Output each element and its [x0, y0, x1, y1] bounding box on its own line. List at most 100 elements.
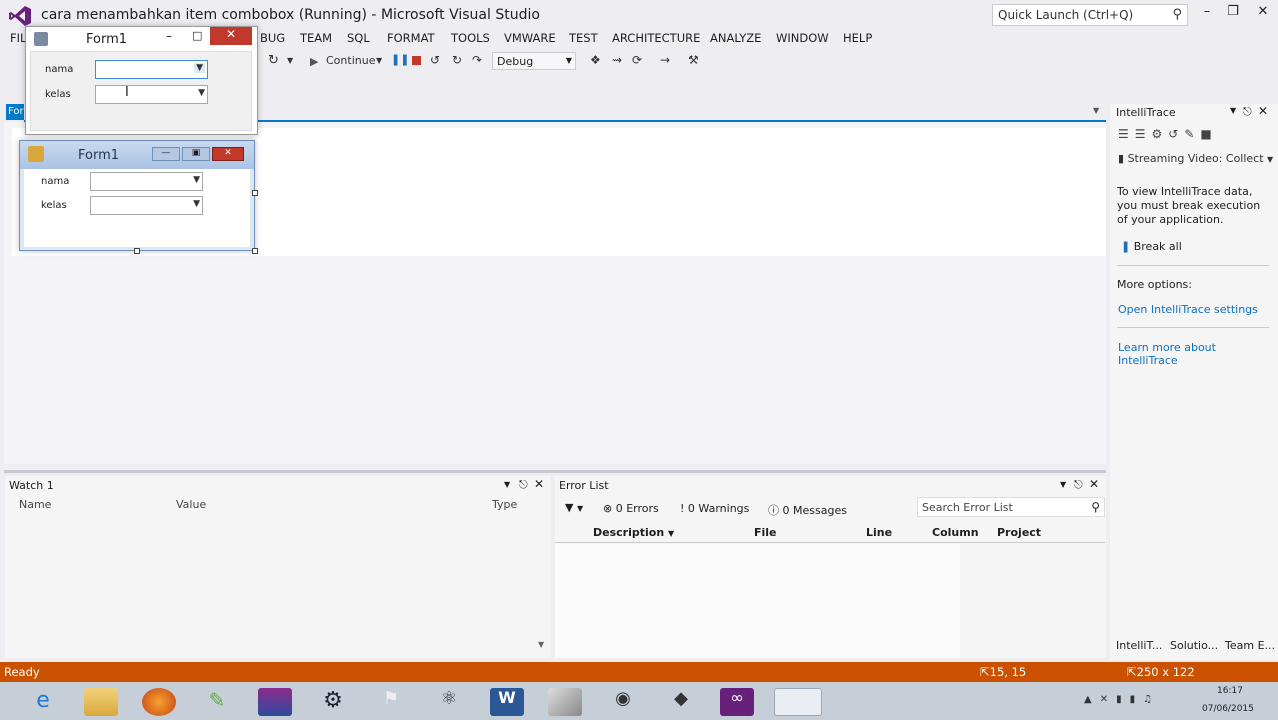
panel-dropdown-icon[interactable]: ▼ — [1060, 480, 1066, 489]
refresh-icon[interactable]: ⟳ — [632, 53, 642, 67]
menu-debug[interactable]: BUG — [260, 31, 285, 45]
design-nama-combobox[interactable]: ▼ — [90, 172, 203, 191]
running-form-window[interactable]: Form1 – □ ✕ nama ▼ kelas ▼ I — [25, 26, 258, 135]
design-form[interactable]: Form1 — ▣ ✕ nama ▼ kelas ▼ — [19, 140, 255, 251]
menu-architecture[interactable]: ARCHITECTURE — [612, 31, 700, 45]
running-maximize-button[interactable]: □ — [192, 29, 202, 42]
pause-icon: ❚ — [1121, 240, 1131, 253]
solution-config-dropdown[interactable]: Debug ▼ — [492, 52, 576, 70]
intellitrace-message: To view IntelliTrace data, you must brea… — [1117, 185, 1261, 226]
recorder-icon[interactable]: ◉ — [606, 688, 640, 716]
side-tab-intellitrace[interactable]: IntelliT... — [1116, 639, 1162, 652]
column-line[interactable]: Line — [866, 526, 892, 539]
settings-icon[interactable]: ⚙ — [316, 688, 350, 716]
tray-icons[interactable]: ▲✕▮▮♫ — [1084, 694, 1160, 705]
winrar-icon[interactable] — [258, 688, 292, 716]
pin-icon[interactable]: ⎋ — [1243, 105, 1252, 119]
find-icon[interactable]: ❖ — [590, 53, 601, 67]
panel-dropdown-icon[interactable]: ▼ — [504, 480, 510, 489]
minimize-button[interactable]: – — [1194, 4, 1220, 24]
continue-icon[interactable]: ▶ — [310, 55, 318, 68]
flag-icon[interactable]: ⚑ — [374, 688, 408, 716]
stop-icon[interactable] — [412, 56, 421, 65]
error-search-input[interactable]: Search Error List ⚲ — [917, 497, 1105, 517]
intellitrace-toolbar-icons[interactable]: ☰☰⚙↺✎■ — [1118, 127, 1218, 141]
resize-handle-corner[interactable] — [252, 248, 258, 254]
watch-column-value[interactable]: Value — [176, 498, 206, 511]
quick-launch-input[interactable]: Quick Launch (Ctrl+Q) ⚲ — [992, 4, 1188, 26]
tools-icon[interactable]: ⚒ — [688, 53, 699, 67]
running-minimize-button[interactable]: – — [166, 29, 172, 43]
menu-file[interactable]: FIL — [10, 31, 26, 45]
splitter[interactable] — [4, 470, 1106, 473]
running-close-button[interactable]: ✕ — [210, 27, 252, 45]
menu-tools[interactable]: TOOLS — [451, 31, 490, 45]
redo-icon[interactable]: ↻ — [268, 53, 279, 68]
running-kelas-combobox[interactable]: ▼ — [95, 85, 208, 104]
form-app-icon — [28, 146, 44, 162]
column-column[interactable]: Column — [932, 526, 979, 539]
break-all-button[interactable]: ❚ Break all — [1121, 240, 1182, 253]
open-settings-link[interactable]: Open IntelliTrace settings — [1118, 303, 1258, 316]
streaming-dropdown[interactable]: ▮ Streaming Video: Collect ▼ — [1118, 152, 1273, 165]
step-into-icon[interactable]: ↻ — [452, 53, 462, 67]
tool-icon[interactable] — [548, 688, 582, 716]
arrow-right-icon[interactable]: → — [660, 53, 670, 67]
column-description[interactable]: Description ▼ — [593, 526, 674, 539]
resize-handle-right[interactable] — [252, 190, 258, 196]
warnings-toggle[interactable]: ! 0 Warnings — [680, 502, 749, 515]
restart-icon[interactable]: ↺ — [430, 53, 440, 67]
internet-explorer-icon[interactable]: e — [26, 688, 60, 716]
firefox-icon[interactable] — [142, 688, 176, 716]
running-nama-combobox[interactable]: ▼ — [95, 60, 208, 79]
step-out-icon[interactable]: ⇝ — [612, 53, 622, 67]
continue-button[interactable]: Continue — [326, 54, 375, 67]
menu-format[interactable]: FORMAT — [387, 31, 435, 45]
status-bar — [0, 662, 1278, 682]
document-tab[interactable]: For — [6, 104, 24, 120]
column-description-label: Description — [593, 526, 665, 539]
menu-analyze[interactable]: ANALYZE — [710, 31, 761, 45]
close-button[interactable]: ✕ — [1250, 4, 1276, 24]
resize-handle-bottom[interactable] — [134, 248, 140, 254]
panel-close-icon[interactable]: ✕ — [1258, 104, 1268, 118]
vm-icon[interactable]: ◆ — [664, 688, 698, 716]
messages-toggle[interactable]: ⓘ 0 Messages — [768, 502, 847, 518]
chevron-down-icon: ▼ — [1267, 155, 1274, 164]
column-project[interactable]: Project — [997, 526, 1041, 539]
column-file[interactable]: File — [754, 526, 777, 539]
tab-dropdown-icon[interactable]: ▼ — [1093, 106, 1099, 115]
learn-more-link[interactable]: Learn more about IntelliTrace — [1118, 341, 1278, 367]
chevron-down-icon: ▼ — [194, 63, 205, 73]
paint-icon[interactable]: ✎ — [200, 688, 234, 716]
pin-icon[interactable]: ⎋ — [1074, 478, 1083, 492]
redo-dropdown-icon[interactable]: ▼ — [287, 56, 293, 65]
design-kelas-combobox[interactable]: ▼ — [90, 196, 203, 215]
menu-window[interactable]: WINDOW — [776, 31, 829, 45]
visual-studio-taskbar-icon[interactable]: ∞ — [720, 688, 754, 716]
panel-close-icon[interactable]: ✕ — [534, 477, 544, 491]
continue-dropdown-icon[interactable]: ▼ — [376, 56, 382, 65]
errors-toggle[interactable]: ⊗ 0 Errors — [603, 502, 659, 515]
panel-close-icon[interactable]: ✕ — [1089, 477, 1099, 491]
menu-sql[interactable]: SQL — [347, 31, 370, 45]
scroll-down-icon[interactable]: ▼ — [538, 640, 544, 649]
word-icon[interactable]: W — [490, 688, 524, 716]
pause-icon[interactable]: ❚❚ — [391, 53, 409, 66]
menu-vmware[interactable]: VMWARE — [504, 31, 556, 45]
file-explorer-icon[interactable] — [84, 688, 118, 716]
step-over-icon[interactable]: ↷ — [472, 53, 482, 67]
menu-help[interactable]: HELP — [843, 31, 872, 45]
menu-team[interactable]: TEAM — [300, 31, 332, 45]
app-icon[interactable]: ⚛ — [432, 688, 466, 716]
form-app-taskbar-icon[interactable] — [774, 688, 822, 716]
filter-button[interactable]: ▼ ▼ — [565, 501, 583, 514]
panel-dropdown-icon[interactable]: ▼ — [1230, 106, 1236, 115]
maximize-button[interactable]: ❐ — [1220, 4, 1246, 24]
pin-icon[interactable]: ⎋ — [519, 478, 528, 492]
menu-test[interactable]: TEST — [569, 31, 598, 45]
side-tab-solution[interactable]: Solutio... — [1170, 639, 1218, 652]
watch-column-name[interactable]: Name — [19, 498, 51, 511]
watch-column-type[interactable]: Type — [492, 498, 517, 511]
side-tab-team[interactable]: Team E... — [1225, 639, 1275, 652]
